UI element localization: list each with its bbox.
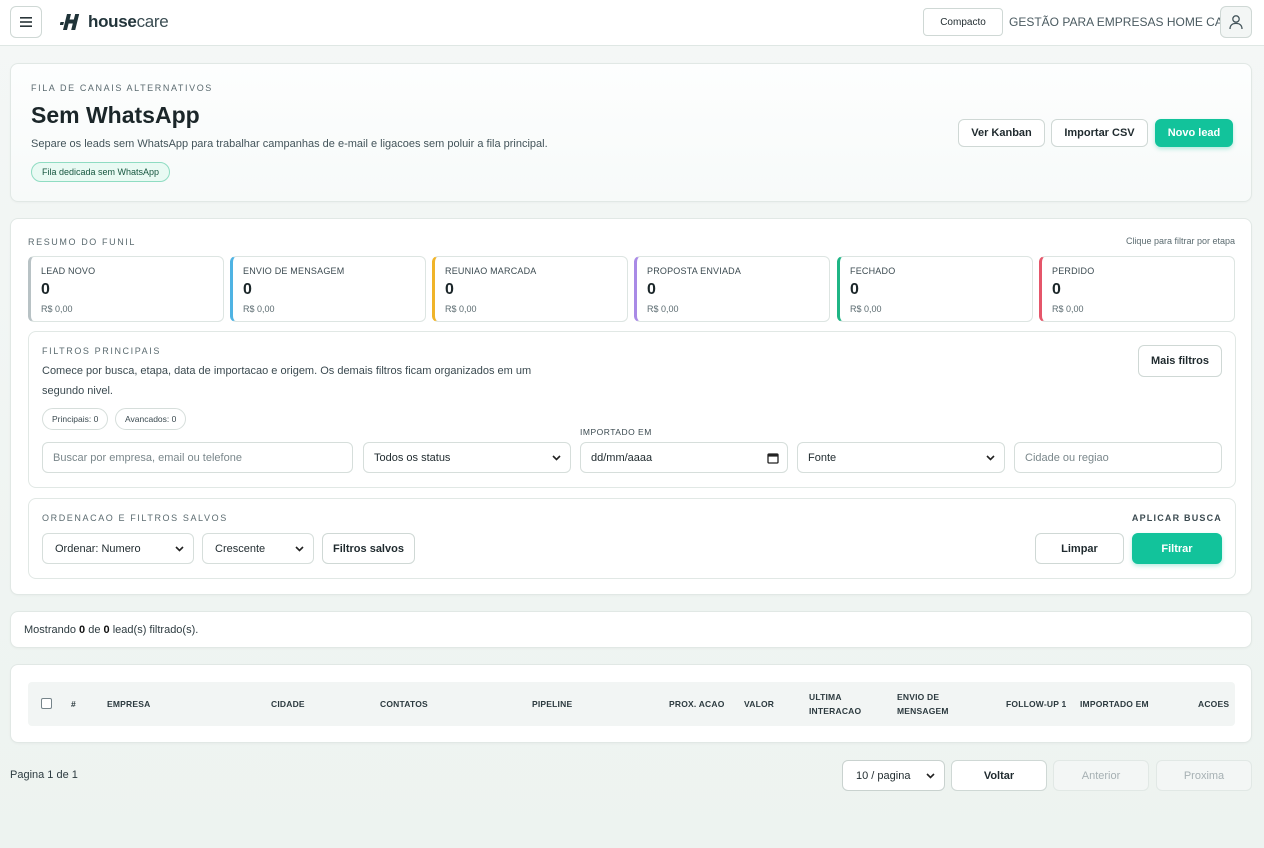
page-title: Sem WhatsApp (31, 102, 200, 128)
column-follow-up-1[interactable]: FOLLOW-UP 1 (1006, 697, 1066, 711)
sorting-panel: ORDENACAO E FILTROS SALVOS APLICAR BUSCA… (28, 498, 1236, 579)
new-lead-button[interactable]: Novo lead (1155, 119, 1233, 147)
funnel-title: RESUMO DO FUNIL (28, 237, 137, 247)
stage-count: 0 (850, 281, 859, 298)
stage-card-proposta-enviada[interactable]: PROPOSTA ENVIADA 0 R$ 0,00 (634, 256, 830, 322)
hamburger-icon (20, 17, 32, 27)
queue-badge: Fila dedicada sem WhatsApp (31, 162, 171, 182)
stage-label: REUNIAO MARCADA (445, 266, 537, 276)
chevron-down-icon (926, 773, 935, 779)
stage-value: R$ 0,00 (647, 304, 679, 314)
principal-filters-count: Principais: 0 (42, 408, 109, 430)
house-logo-icon (60, 14, 80, 30)
funnel-filters-card: RESUMO DO FUNIL Clique para filtrar por … (10, 218, 1252, 595)
top-bar: housecare Compacto GESTÃO PARA EMPRESAS … (0, 0, 1264, 46)
chevron-down-icon (986, 455, 995, 461)
column-acoes[interactable]: ACOES (1198, 697, 1229, 711)
stage-count: 0 (647, 281, 656, 298)
logo[interactable]: housecare (60, 11, 169, 33)
column-importado-em[interactable]: IMPORTADO EM (1080, 697, 1149, 711)
import-csv-button[interactable]: Importar CSV (1051, 119, 1148, 147)
stage-label: PROPOSTA ENVIADA (647, 266, 742, 276)
direction-select[interactable]: Crescente (202, 533, 314, 564)
user-menu-button[interactable] (1220, 6, 1252, 38)
stage-value: R$ 0,00 (243, 304, 275, 314)
chevron-down-icon (295, 546, 304, 552)
chevron-down-icon (552, 455, 561, 461)
stage-value: R$ 0,00 (1052, 304, 1084, 314)
user-icon (1229, 15, 1243, 30)
order-select-value: Ordenar: Numero (55, 542, 141, 555)
page-description: Separe os leads sem WhatsApp para trabal… (31, 138, 548, 150)
source-select-value: Fonte (808, 451, 837, 464)
stage-value: R$ 0,00 (41, 304, 73, 314)
column-prox-acao[interactable]: PROX. ACAO (669, 697, 725, 711)
apply-search-label: APLICAR BUSCA (1131, 513, 1222, 523)
filter-button[interactable]: Filtrar (1132, 533, 1222, 564)
column-pipeline[interactable]: PIPELINE (532, 697, 572, 711)
status-select-value: Todos os status (374, 451, 451, 464)
stage-count: 0 (445, 281, 454, 298)
stage-label: LEAD NOVO (41, 266, 96, 276)
stage-card-envio-de-mensagem[interactable]: ENVIO DE MENSAGEM 0 R$ 0,00 (230, 256, 426, 322)
stage-label: PERDIDO (1052, 266, 1095, 276)
more-filters-button[interactable]: Mais filtros (1138, 345, 1222, 377)
advanced-filters-count: Avancados: 0 (115, 408, 187, 430)
date-placeholder: dd/mm/aaaa (591, 451, 653, 464)
stage-label: ENVIO DE MENSAGEM (243, 266, 345, 276)
column-empresa[interactable]: EMPRESA (107, 697, 150, 711)
stage-card-reuniao-marcada[interactable]: REUNIAO MARCADA 0 R$ 0,00 (432, 256, 628, 322)
column-ultima-interacao[interactable]: ULTIMA INTERACAO (809, 690, 869, 718)
table-header: # EMPRESA CIDADE CONTATOS PIPELINE PROX.… (28, 682, 1235, 726)
per-page-select[interactable]: 10 / pagina (842, 760, 945, 791)
compact-toggle-button[interactable]: Compacto (923, 8, 1003, 36)
imported-date-input[interactable]: dd/mm/aaaa (580, 442, 788, 473)
clear-button[interactable]: Limpar (1035, 533, 1124, 564)
main-filters-panel: FILTROS PRINCIPAIS Comece por busca, eta… (28, 331, 1236, 488)
source-select[interactable]: Fonte (797, 442, 1005, 473)
select-all-checkbox[interactable] (41, 698, 52, 709)
city-input[interactable]: Cidade ou regiao (1014, 442, 1222, 473)
column-number[interactable]: # (71, 697, 76, 711)
stage-card-fechado[interactable]: FECHADO 0 R$ 0,00 (837, 256, 1033, 322)
search-input[interactable]: Buscar por empresa, email ou telefone (42, 442, 353, 473)
logo-text: housecare (88, 12, 169, 31)
column-valor[interactable]: VALOR (744, 697, 774, 711)
direction-select-value: Crescente (215, 542, 266, 555)
calendar-icon[interactable] (767, 452, 779, 464)
next-page-button[interactable]: Proxima (1156, 760, 1252, 791)
stage-count: 0 (243, 281, 252, 298)
order-select[interactable]: Ordenar: Numero (42, 533, 194, 564)
per-page-value: 10 / pagina (856, 769, 911, 782)
stage-label: FECHADO (850, 266, 896, 276)
view-kanban-button[interactable]: Ver Kanban (958, 119, 1045, 147)
status-select[interactable]: Todos os status (363, 442, 571, 473)
stage-count: 0 (41, 281, 50, 298)
back-button[interactable]: Voltar (951, 760, 1047, 791)
column-cidade[interactable]: CIDADE (271, 697, 305, 711)
sorting-title: ORDENACAO E FILTROS SALVOS (42, 513, 228, 523)
results-count: Mostrando 0 de 0 lead(s) filtrado(s). (24, 624, 199, 636)
previous-page-button[interactable]: Anterior (1053, 760, 1149, 791)
filters-title: FILTROS PRINCIPAIS (42, 346, 161, 356)
stage-value: R$ 0,00 (445, 304, 477, 314)
page-info: Pagina 1 de 1 (10, 769, 78, 781)
menu-button[interactable] (10, 6, 42, 38)
stage-value: R$ 0,00 (850, 304, 882, 314)
column-contatos[interactable]: CONTATOS (380, 697, 428, 711)
stage-count: 0 (1052, 281, 1061, 298)
leads-table-card: # EMPRESA CIDADE CONTATOS PIPELINE PROX.… (10, 664, 1252, 743)
hero-eyebrow: FILA DE CANAIS ALTERNATIVOS (31, 83, 213, 93)
imported-label: IMPORTADO EM (580, 427, 652, 437)
saved-filters-button[interactable]: Filtros salvos (322, 533, 415, 564)
stage-card-perdido[interactable]: PERDIDO 0 R$ 0,00 (1039, 256, 1235, 322)
stage-card-lead-novo[interactable]: LEAD NOVO 0 R$ 0,00 (28, 256, 224, 322)
filters-description: Comece por busca, etapa, data de importa… (42, 365, 532, 397)
brand-caption: GESTÃO PARA EMPRESAS HOME CARE (1009, 15, 1240, 29)
hero-card: FILA DE CANAIS ALTERNATIVOS Sem WhatsApp… (10, 63, 1252, 202)
chevron-down-icon (175, 546, 184, 552)
column-envio-de-mensagem[interactable]: ENVIO DE MENSAGEM (897, 690, 967, 718)
results-count-card: Mostrando 0 de 0 lead(s) filtrado(s). (10, 611, 1252, 648)
funnel-hint: Clique para filtrar por etapa (1125, 236, 1235, 246)
